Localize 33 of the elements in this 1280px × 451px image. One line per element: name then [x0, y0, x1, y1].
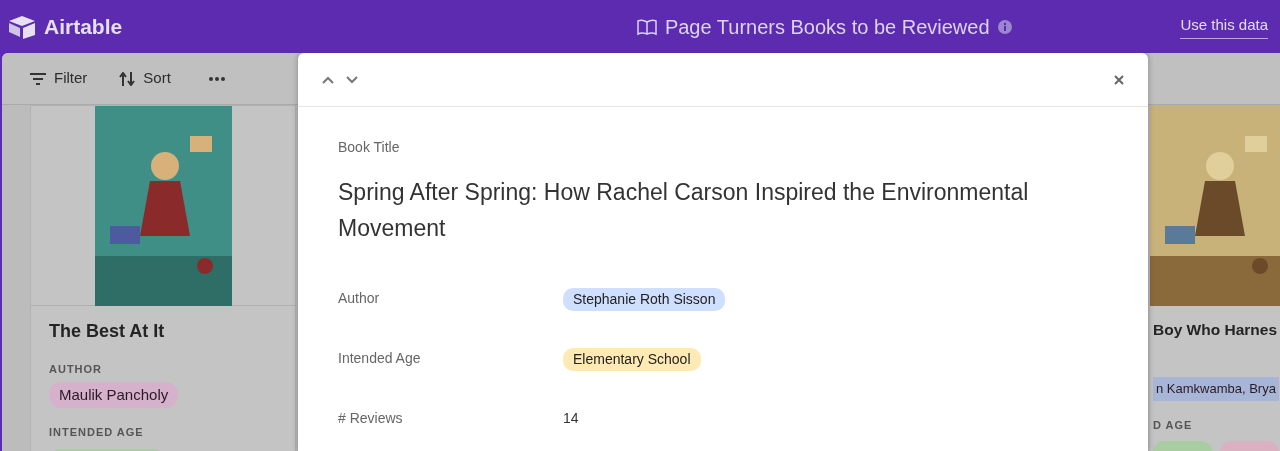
- next-button[interactable]: [344, 73, 360, 86]
- sort-icon: [119, 71, 136, 86]
- filter-button[interactable]: Filter: [22, 63, 96, 94]
- field-label: Book Title: [338, 138, 401, 157]
- logo-text: Airtable: [44, 13, 123, 40]
- record-title: Spring After Spring: How Rachel Carson Inspired the Environmental Movement: [338, 178, 1030, 243]
- more-icon: [208, 76, 225, 81]
- close-button[interactable]: [1112, 72, 1126, 87]
- field-label: Author: [338, 289, 381, 308]
- filter-icon: [30, 72, 46, 85]
- field-label: INTENDED AGE: [49, 425, 145, 440]
- field-label: D AGE: [1153, 417, 1194, 433]
- field-label: # Reviews: [338, 409, 404, 428]
- author-tag: Maulik Pancholy: [49, 381, 179, 408]
- card-title: The Best At It: [49, 320, 166, 343]
- field-label: AUTHOR: [49, 362, 104, 377]
- card-title: Boy Who Harnes: [1153, 320, 1278, 340]
- base-title: Page Turners Books to be Reviewed: [664, 14, 990, 40]
- logo-icon: [8, 14, 36, 39]
- use-data-link[interactable]: Use this data: [1180, 13, 1268, 40]
- sort-button[interactable]: Sort: [111, 63, 179, 94]
- book-icon: [636, 17, 657, 36]
- chevron-up-icon: [322, 75, 334, 84]
- gallery-card[interactable]: The Best At It AUTHOR Maulik Pancholy INTENDED AGE: [30, 105, 296, 451]
- value-tag: Elementary School: [563, 348, 701, 371]
- value-tag: Stephanie Roth Sisson: [563, 288, 726, 311]
- author-tag: n Kamkwamba, Brya: [1153, 377, 1279, 401]
- field-label: Intended Age: [338, 349, 422, 368]
- field-value: 14: [563, 409, 579, 428]
- close-icon: [1114, 74, 1124, 85]
- chevron-down-icon: [346, 75, 358, 84]
- info-icon: [997, 19, 1012, 34]
- gallery-card[interactable]: Boy Who Harnes n Kamkwamba, Brya D AGE: [1150, 105, 1280, 451]
